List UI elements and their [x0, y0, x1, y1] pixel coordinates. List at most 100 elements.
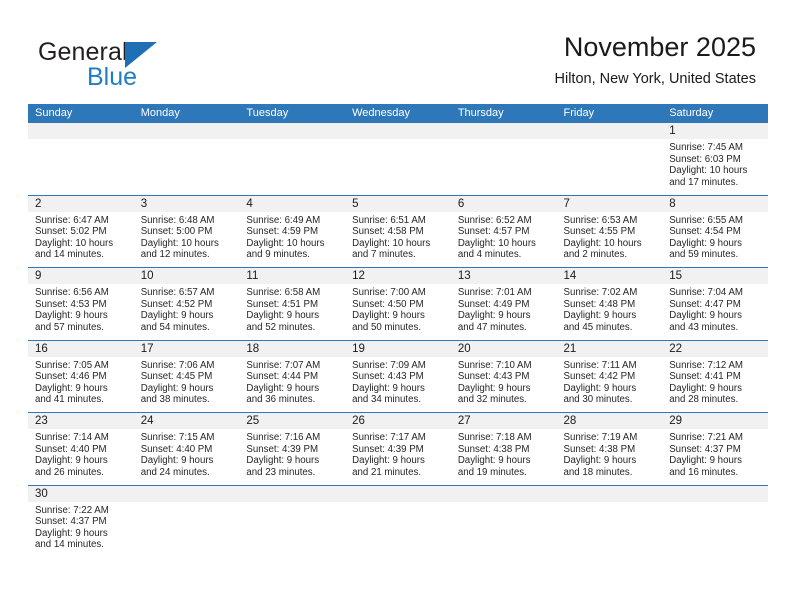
sunrise-line: Sunrise: 7:17 AM — [352, 432, 426, 443]
day-cell-30[interactable]: 30 Sunrise: 7:22 AM Sunset: 4:37 PM Dayligh… — [28, 485, 134, 558]
day-cell-25[interactable]: 25 Sunrise: 7:16 AM Sunset: 4:39 PM Dayligh… — [239, 413, 346, 485]
day-cell-1[interactable]: 1 Sunrise: 7:45 AM Sunset: 6:03 PM Daylight… — [662, 123, 768, 195]
daylight-line-cont: and 50 minutes. — [352, 321, 422, 333]
daylight-line-cont: and 41 minutes. — [35, 394, 104, 406]
day-cell-27[interactable]: 27 Sunrise: 7:18 AM Sunset: 4:38 PM Dayligh… — [450, 413, 557, 485]
day-details: Sunrise: 7:00 AM Sunset: 4:50 PM Daylight:… — [345, 284, 451, 333]
sunrise-line: Sunrise: 7:10 AM — [457, 359, 532, 371]
day-cell-empty — [450, 485, 557, 558]
day-cell-23[interactable]: 23 Sunrise: 7:14 AM Sunset: 4:40 PM Dayligh… — [28, 413, 134, 485]
day-number: 27 — [450, 413, 557, 429]
sunrise-line: Sunrise: 7:04 AM — [669, 287, 743, 298]
day-cell-14[interactable]: 14 Sunrise: 7:02 AM Sunset: 4:48 PM Dayligh… — [556, 268, 663, 340]
sunrise-line: Sunrise: 7:12 AM — [669, 359, 743, 371]
day-cell-18[interactable]: 18 Sunrise: 7:07 AM Sunset: 4:44 PM Dayligh… — [239, 340, 346, 412]
day-cell-8[interactable]: 8 Sunrise: 6:55 AM Sunset: 4:54 PM Daylight… — [662, 195, 768, 267]
day-details: Sunrise: 6:51 AM Sunset: 4:58 PM Daylight:… — [345, 212, 451, 261]
daylight-line: Daylight: 9 hours — [35, 382, 108, 394]
sunrise-line: Sunrise: 6:57 AM — [140, 287, 215, 298]
sunrise-line: Sunrise: 6:53 AM — [563, 214, 638, 226]
general-blue-logo[interactable]: General Blue — [38, 38, 258, 94]
day-cell-21[interactable]: 21 Sunrise: 7:11 AM Sunset: 4:42 PM Dayligh… — [556, 340, 663, 412]
day-cell-empty — [133, 485, 240, 558]
daylight-line-cont: and 14 minutes. — [35, 539, 104, 551]
daylight-line-cont: and 36 minutes. — [246, 394, 316, 406]
sunset-line: Sunset: 4:38 PM — [457, 443, 530, 455]
day-number: 19 — [345, 340, 451, 357]
daylight-line: Daylight: 10 hours — [140, 237, 219, 249]
day-cell-7[interactable]: 7 Sunrise: 6:53 AM Sunset: 4:55 PM Daylight… — [556, 195, 663, 267]
day-cell-16[interactable]: 16 Sunrise: 7:05 AM Sunset: 4:46 PM Dayligh… — [28, 340, 134, 412]
day-number: 30 — [28, 485, 134, 502]
sunrise-line: Sunrise: 6:49 AM — [246, 214, 321, 226]
day-cell-4[interactable]: 4 Sunrise: 6:49 AM Sunset: 4:59 PM Daylight… — [239, 195, 346, 267]
sunset-line: Sunset: 5:02 PM — [35, 226, 107, 238]
day-details — [451, 139, 557, 142]
sunrise-line: Sunrise: 7:01 AM — [457, 287, 532, 298]
daylight-line: Daylight: 9 hours — [140, 310, 214, 322]
daylight-line-cont: and 28 minutes. — [669, 394, 739, 406]
sunset-line: Sunset: 4:44 PM — [246, 371, 319, 383]
day-details: Sunrise: 7:10 AM Sunset: 4:43 PM Daylight:… — [451, 357, 557, 406]
day-number: 17 — [133, 340, 240, 357]
day-number — [345, 485, 451, 502]
day-cell-29[interactable]: 29 Sunrise: 7:21 AM Sunset: 4:37 PM Dayligh… — [662, 413, 768, 485]
day-number: 9 — [28, 268, 134, 284]
day-cell-11[interactable]: 11 Sunrise: 6:58 AM Sunset: 4:51 PM Dayligh… — [239, 268, 346, 340]
day-number — [239, 123, 346, 139]
day-number: 21 — [556, 340, 663, 357]
day-cell-26[interactable]: 26 Sunrise: 7:17 AM Sunset: 4:39 PM Dayligh… — [345, 413, 451, 485]
day-cell-10[interactable]: 10 Sunrise: 6:57 AM Sunset: 4:52 PM Dayligh… — [133, 268, 240, 340]
sunrise-line: Sunrise: 7:22 AM — [35, 504, 109, 516]
day-number: 2 — [28, 195, 134, 212]
day-number: 20 — [450, 340, 557, 357]
page-header: General Blue November 2025 Hilton, New Y… — [0, 0, 792, 102]
day-cell-12[interactable]: 12 Sunrise: 7:00 AM Sunset: 4:50 PM Dayligh… — [345, 268, 451, 340]
day-number: 7 — [556, 195, 663, 212]
sunrise-line: Sunrise: 7:05 AM — [35, 359, 109, 371]
sunset-line: Sunset: 4:50 PM — [352, 298, 424, 310]
day-cell-2[interactable]: 2 Sunrise: 6:47 AM Sunset: 5:02 PM Daylight… — [28, 195, 134, 267]
day-cell-9[interactable]: 9 Sunrise: 6:56 AM Sunset: 4:53 PM Daylight… — [28, 268, 134, 340]
day-cell-5[interactable]: 5 Sunrise: 6:51 AM Sunset: 4:58 PM Daylight… — [345, 195, 451, 267]
day-details: Sunrise: 7:06 AM Sunset: 4:45 PM Daylight:… — [134, 357, 240, 406]
day-cell-13[interactable]: 13 Sunrise: 7:01 AM Sunset: 4:49 PM Dayligh… — [450, 268, 557, 340]
day-details: Sunrise: 7:01 AM Sunset: 4:49 PM Daylight:… — [451, 284, 557, 333]
sunset-line: Sunset: 4:59 PM — [246, 226, 319, 238]
day-details — [557, 139, 663, 142]
daylight-line-cont: and 19 minutes. — [457, 466, 527, 478]
day-cell-empty — [662, 485, 768, 558]
daylight-line-cont: and 54 minutes. — [140, 321, 210, 333]
daylight-line: Daylight: 9 hours — [563, 382, 637, 394]
day-details: Sunrise: 7:15 AM Sunset: 4:40 PM Daylight:… — [134, 429, 240, 478]
daylight-line: Daylight: 9 hours — [669, 310, 742, 322]
day-cell-20[interactable]: 20 Sunrise: 7:10 AM Sunset: 4:43 PM Dayligh… — [450, 340, 557, 412]
daylight-line: Daylight: 9 hours — [352, 310, 425, 322]
day-details — [345, 502, 451, 505]
day-cell-28[interactable]: 28 Sunrise: 7:19 AM Sunset: 4:38 PM Dayligh… — [556, 413, 663, 485]
sunset-line: Sunset: 4:39 PM — [246, 443, 319, 455]
day-number: 22 — [662, 340, 768, 357]
sunset-line: Sunset: 4:47 PM — [669, 298, 741, 310]
sunset-line: Sunset: 4:43 PM — [457, 371, 530, 383]
day-details: Sunrise: 7:04 AM Sunset: 4:47 PM Daylight:… — [662, 284, 768, 333]
day-cell-3[interactable]: 3 Sunrise: 6:48 AM Sunset: 5:00 PM Daylight… — [133, 195, 240, 267]
sunrise-line: Sunrise: 7:14 AM — [35, 432, 109, 443]
day-cell-24[interactable]: 24 Sunrise: 7:15 AM Sunset: 4:40 PM Dayligh… — [133, 413, 240, 485]
day-details: Sunrise: 6:55 AM Sunset: 4:54 PM Daylight:… — [662, 212, 768, 261]
calendar-week-row: 9 Sunrise: 6:56 AM Sunset: 4:53 PM Daylight… — [28, 268, 768, 341]
day-number — [239, 485, 346, 502]
day-cell-15[interactable]: 15 Sunrise: 7:04 AM Sunset: 4:47 PM Dayligh… — [662, 268, 768, 340]
daylight-line-cont: and 7 minutes. — [352, 249, 416, 261]
day-number — [556, 123, 663, 139]
day-cell-19[interactable]: 19 Sunrise: 7:09 AM Sunset: 4:43 PM Dayligh… — [345, 340, 451, 412]
day-cell-22[interactable]: 22 Sunrise: 7:12 AM Sunset: 4:41 PM Dayligh… — [662, 340, 768, 412]
day-number: 1 — [662, 123, 768, 139]
daylight-line-cont: and 12 minutes. — [140, 249, 210, 261]
day-details — [345, 139, 451, 142]
day-cell-6[interactable]: 6 Sunrise: 6:52 AM Sunset: 4:57 PM Daylight… — [450, 195, 557, 267]
day-details: Sunrise: 6:53 AM Sunset: 4:55 PM Daylight:… — [557, 212, 663, 261]
day-cell-17[interactable]: 17 Sunrise: 7:06 AM Sunset: 4:45 PM Dayligh… — [133, 340, 240, 412]
day-number: 28 — [556, 413, 663, 429]
daylight-line: Daylight: 9 hours — [35, 455, 108, 467]
